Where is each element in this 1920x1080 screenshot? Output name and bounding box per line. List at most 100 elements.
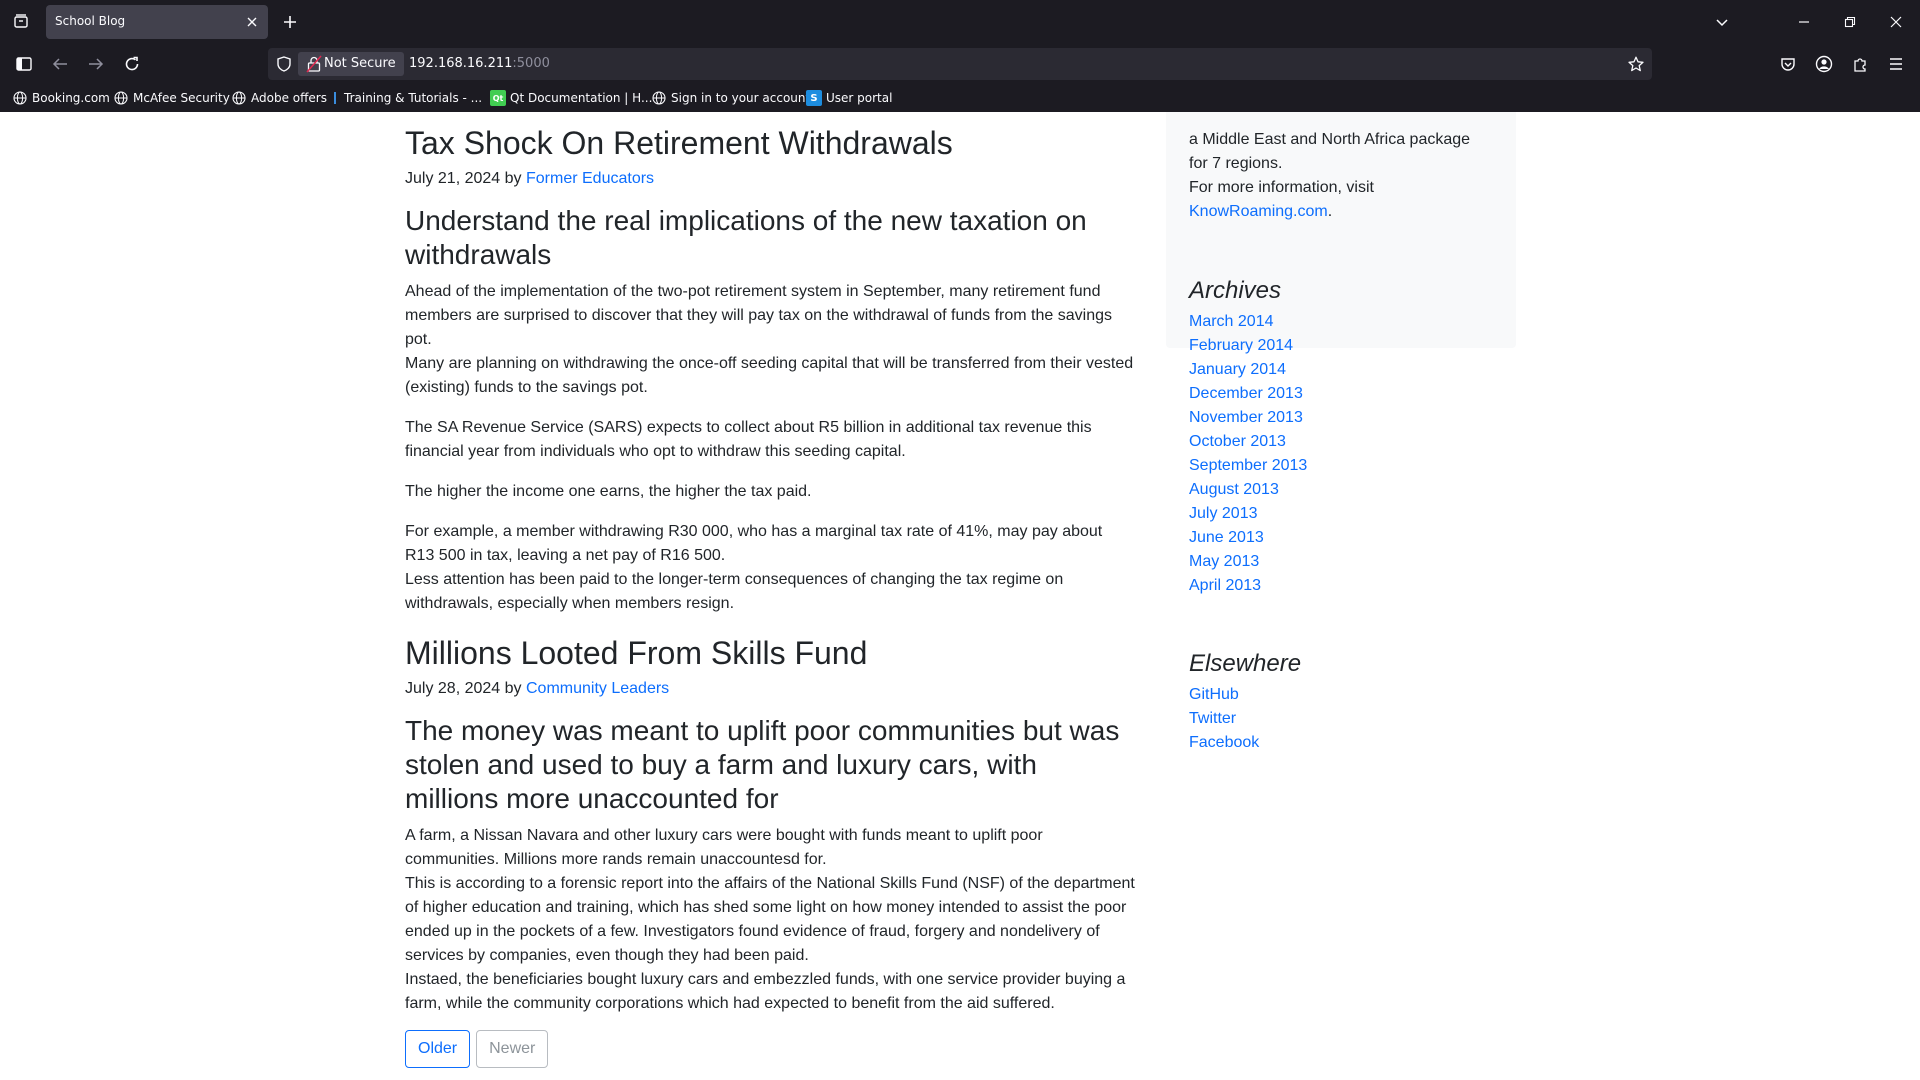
- url-bar[interactable]: Not Secure 192.168.16.211:5000: [268, 48, 1652, 80]
- tracking-shield-icon[interactable]: [274, 54, 294, 74]
- post-date: July 21, 2024: [405, 170, 501, 187]
- account-icon[interactable]: [1811, 51, 1837, 77]
- globe-icon: [113, 90, 129, 106]
- archive-link[interactable]: August 2013: [1189, 481, 1279, 498]
- newer-button: Newer: [476, 1030, 549, 1068]
- minimize-icon[interactable]: [1792, 10, 1816, 34]
- post-paragraph: Ahead of the implementation of the two-p…: [405, 283, 1112, 348]
- s-icon: S: [806, 90, 822, 106]
- archive-item: December 2013: [1189, 382, 1509, 406]
- restore-icon[interactable]: [1838, 10, 1862, 34]
- archive-link[interactable]: December 2013: [1189, 385, 1303, 402]
- close-window-icon[interactable]: [1884, 10, 1908, 34]
- archive-item: April 2013: [1189, 574, 1509, 598]
- globe-icon: [651, 90, 667, 106]
- archives-heading: Archives: [1189, 277, 1282, 304]
- github-link[interactable]: GitHub: [1189, 686, 1239, 703]
- archive-link[interactable]: September 2013: [1189, 457, 1307, 474]
- back-icon[interactable]: [47, 51, 73, 77]
- post-meta: July 21, 2024 by Former Educators: [405, 168, 1135, 190]
- blog-main: Tax Shock On Retirement Withdrawals July…: [405, 124, 1135, 1068]
- tab-school-blog[interactable]: School Blog: [46, 5, 268, 39]
- elsewhere-item: GitHub: [1189, 683, 1509, 707]
- archive-item: May 2013: [1189, 550, 1509, 574]
- archive-link[interactable]: October 2013: [1189, 433, 1286, 450]
- knowroaming-link[interactable]: KnowRoaming.com: [1189, 203, 1328, 220]
- archive-link[interactable]: February 2014: [1189, 337, 1293, 354]
- archive-item: October 2013: [1189, 430, 1509, 454]
- browser-chrome: School Blog Not Secure 192.168.16.211:50…: [0, 0, 1920, 112]
- not-secure-badge[interactable]: Not Secure: [298, 52, 404, 76]
- elsewhere-heading: Elsewhere: [1189, 650, 1302, 677]
- post-paragraph: Less attention has been paid to the long…: [405, 571, 1064, 612]
- archive-link[interactable]: March 2014: [1189, 313, 1274, 330]
- about-line: For more information, visit: [1189, 179, 1374, 196]
- bookmark-booking[interactable]: Booking.com: [12, 89, 110, 107]
- url-text[interactable]: 192.168.16.211:5000: [409, 56, 550, 71]
- close-tab-icon[interactable]: [244, 14, 260, 30]
- elsewhere-item: Facebook: [1189, 731, 1509, 755]
- post-title: Millions Looted From Skills Fund: [405, 635, 868, 671]
- bookmark-label: Sign in to your account: [671, 91, 811, 105]
- bookmark-training[interactable]: Training & Tutorials - ...: [334, 89, 482, 107]
- twitter-link[interactable]: Twitter: [1189, 710, 1236, 727]
- post-meta: July 28, 2024 by Community Leaders: [405, 678, 1135, 700]
- archive-link[interactable]: July 2013: [1189, 505, 1258, 522]
- about-period: .: [1327, 203, 1333, 220]
- pagination: Older Newer: [405, 1030, 1135, 1068]
- post-paragraph: Instaed, the beneficiaries bought luxury…: [405, 971, 1126, 1012]
- post-paragraph: For example, a member withdrawing R30 00…: [405, 523, 1103, 564]
- bookmark-adobe[interactable]: Adobe offers: [231, 89, 327, 107]
- archive-item: November 2013: [1189, 406, 1509, 430]
- bookmark-label: Booking.com: [32, 91, 110, 105]
- insecure-lock-icon: [306, 55, 322, 73]
- archive-link[interactable]: May 2013: [1189, 553, 1259, 570]
- qt-icon: Qt: [490, 90, 506, 106]
- archive-link[interactable]: January 2014: [1189, 361, 1286, 378]
- elsewhere-item: Twitter: [1189, 707, 1509, 731]
- sidebar-icon[interactable]: [11, 51, 37, 77]
- archive-link[interactable]: April 2013: [1189, 577, 1261, 594]
- post-title: Tax Shock On Retirement Withdrawals: [405, 125, 953, 161]
- about-line: a Middle East and North Africa package: [1189, 131, 1471, 148]
- not-secure-label: Not Secure: [324, 56, 396, 71]
- globe-icon: [12, 90, 28, 106]
- bookmarks-toolbar: Booking.com McAfee Security Adobe offers…: [0, 86, 1920, 110]
- elsewhere-section: Elsewhere GitHub Twitter Facebook: [1189, 649, 1509, 755]
- post-author-link[interactable]: Former Educators: [526, 170, 654, 187]
- bookmark-qt-docs[interactable]: Qt Qt Documentation | H...: [490, 89, 652, 107]
- blog-post: Tax Shock On Retirement Withdrawals July…: [405, 124, 1135, 616]
- facebook-link[interactable]: Facebook: [1189, 734, 1259, 751]
- bookmark-label: Qt Documentation | H...: [510, 91, 653, 105]
- pocket-icon[interactable]: [1775, 51, 1801, 77]
- post-paragraph: The higher the income one earns, the hig…: [405, 483, 812, 500]
- chevron-down-icon[interactable]: [1710, 10, 1734, 34]
- archives-list: March 2014 February 2014 January 2014 De…: [1189, 310, 1509, 598]
- bookmark-label: McAfee Security: [133, 91, 230, 105]
- bookmark-label: User portal: [826, 91, 893, 105]
- post-subtitle: The money was meant to uplift poor commu…: [405, 715, 1120, 814]
- archive-item: June 2013: [1189, 526, 1509, 550]
- extensions-icon[interactable]: [1847, 51, 1873, 77]
- older-button[interactable]: Older: [405, 1030, 471, 1068]
- tab-list-icon[interactable]: [8, 8, 34, 34]
- post-author-link[interactable]: Community Leaders: [526, 680, 669, 697]
- bookmark-user-portal[interactable]: S User portal: [806, 89, 892, 107]
- bookmark-sign-in[interactable]: Sign in to your account: [651, 89, 810, 107]
- blog-post: Millions Looted From Skills Fund July 28…: [405, 634, 1135, 1016]
- archive-link[interactable]: June 2013: [1189, 529, 1264, 546]
- forward-icon[interactable]: [83, 51, 109, 77]
- about-text: a Middle East and North Africa package f…: [1189, 128, 1489, 224]
- hamburger-menu-icon[interactable]: [1883, 51, 1909, 77]
- archive-item: August 2013: [1189, 478, 1509, 502]
- archive-item: March 2014: [1189, 310, 1509, 334]
- bookmark-mcafee[interactable]: McAfee Security: [113, 89, 230, 107]
- archive-link[interactable]: November 2013: [1189, 409, 1303, 426]
- about-line: for 7 regions.: [1189, 155, 1283, 172]
- new-tab-icon[interactable]: [278, 10, 302, 34]
- post-by: by: [504, 680, 522, 697]
- reload-icon[interactable]: [119, 51, 145, 77]
- post-paragraph: The SA Revenue Service (SARS) expects to…: [405, 419, 1092, 460]
- url-host: 192.168.16.211: [409, 56, 513, 71]
- bookmark-star-icon[interactable]: [1626, 54, 1646, 74]
